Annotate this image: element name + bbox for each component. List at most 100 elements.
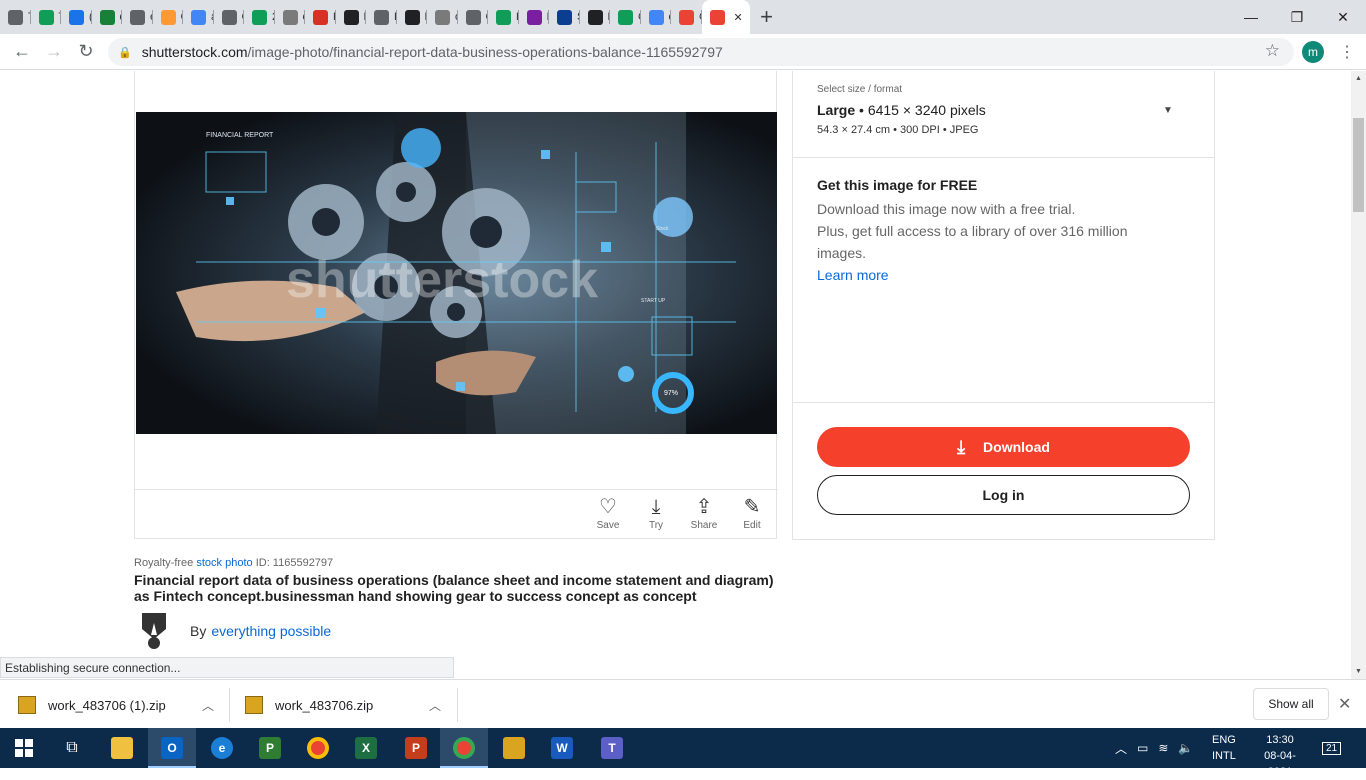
task-view-icon: ⧉ bbox=[66, 739, 78, 756]
share-action[interactable]: ⇪ Share bbox=[684, 494, 724, 531]
panel-divider bbox=[793, 402, 1214, 403]
by-label: By bbox=[190, 623, 207, 639]
browser-tab[interactable]: B bbox=[366, 0, 397, 34]
photo-illustration: FINANCIAL REPORT Stock 97% START UP shut… bbox=[136, 112, 777, 434]
try-action[interactable]: ⤓ Try bbox=[636, 494, 676, 531]
login-button[interactable]: Log in bbox=[817, 475, 1190, 515]
google-icon bbox=[648, 9, 664, 25]
save-action[interactable]: ♡ Save bbox=[588, 494, 628, 531]
image-title: Financial report data of business operat… bbox=[134, 572, 774, 604]
new-tab-button[interactable]: + bbox=[750, 0, 784, 34]
no-icon bbox=[465, 9, 481, 25]
scroll-up-icon[interactable]: ▲ bbox=[1355, 75, 1362, 82]
reload-button[interactable]: ↻ bbox=[70, 36, 102, 68]
chevron-icon bbox=[252, 9, 267, 25]
browser-tab[interactable]: H bbox=[488, 0, 519, 34]
browser-tab[interactable]: 2( bbox=[244, 0, 275, 34]
browser-tab[interactable]: S bbox=[549, 0, 580, 34]
browser-tab[interactable]: E bbox=[336, 0, 366, 34]
taskbar-chrome[interactable] bbox=[294, 728, 342, 768]
url-path: /image-photo/financial-report-data-busin… bbox=[247, 44, 723, 60]
browser-tab[interactable]: (1 bbox=[61, 0, 92, 34]
forward-button[interactable]: → bbox=[38, 36, 70, 68]
restore-button[interactable]: ❐ bbox=[1274, 0, 1320, 34]
browser-tab[interactable]: di bbox=[92, 0, 122, 34]
taskbar-teams[interactable]: T bbox=[588, 728, 636, 768]
profile-avatar[interactable]: m bbox=[1302, 41, 1324, 63]
browser-tab[interactable]: Ir bbox=[519, 0, 549, 34]
browser-tab[interactable]: C bbox=[458, 0, 488, 34]
browser-tab[interactable]: C bbox=[610, 0, 641, 34]
chevron-up-icon[interactable]: ︿ bbox=[429, 697, 441, 714]
size-selected: Large • 6415 × 3240 pixels bbox=[817, 102, 986, 118]
task-view-button[interactable]: ⧉ bbox=[48, 728, 96, 768]
browser-tab[interactable]: al bbox=[183, 0, 214, 34]
notification-center[interactable]: 21 bbox=[1322, 728, 1342, 768]
input-language[interactable]: ENG INTL bbox=[1212, 732, 1236, 764]
browser-tab[interactable]: E bbox=[580, 0, 610, 34]
volume-icon[interactable]: 🔈 bbox=[1178, 741, 1193, 755]
download-arrow-icon: ⤓ bbox=[957, 436, 966, 457]
browser-tab[interactable]: P bbox=[305, 0, 336, 34]
taskbar-clock[interactable]: 13:30 08-04-2021 bbox=[1252, 732, 1308, 780]
scroll-thumb[interactable] bbox=[1353, 118, 1364, 212]
taskbar-word[interactable]: W bbox=[538, 728, 586, 768]
taskbar-outlook[interactable]: O bbox=[148, 728, 196, 768]
edit-action[interactable]: ✎ Edit bbox=[732, 494, 772, 531]
chevron-up-icon[interactable]: ︿ bbox=[202, 697, 214, 714]
word-icon: W bbox=[551, 737, 573, 759]
taskbar-archive[interactable] bbox=[490, 728, 538, 768]
close-downloads-icon[interactable]: ✕ bbox=[1338, 694, 1351, 714]
browser-tab[interactable]: o bbox=[427, 0, 458, 34]
browser-tab[interactable]: E bbox=[397, 0, 427, 34]
close-window-button[interactable]: ✕ bbox=[1320, 0, 1366, 34]
browser-tab[interactable]: el bbox=[122, 0, 153, 34]
browser-tab[interactable]: o bbox=[641, 0, 671, 34]
wifi-icon[interactable]: ≋ bbox=[1158, 741, 1168, 755]
stock-photo[interactable]: FINANCIAL REPORT Stock 97% START UP shut… bbox=[136, 112, 777, 434]
scroll-down-icon[interactable]: ▼ bbox=[1355, 668, 1362, 675]
download-item[interactable]: work_483706.zip ︿ bbox=[245, 688, 441, 722]
photo-report-text: FINANCIAL REPORT bbox=[206, 132, 274, 139]
battery-icon[interactable]: ▭ bbox=[1137, 741, 1148, 755]
download-button[interactable]: ⤓ Download bbox=[817, 427, 1190, 467]
stock-photo-link[interactable]: stock photo bbox=[196, 557, 252, 569]
back-button[interactable]: ← bbox=[6, 36, 38, 68]
address-bar[interactable]: 🔒 shutterstock.com/image-photo/financial… bbox=[108, 38, 1294, 66]
taskbar-powerpoint[interactable]: P bbox=[392, 728, 440, 768]
caret-down-icon: ▼ bbox=[1163, 105, 1173, 116]
browser-menu-icon[interactable]: ⋮ bbox=[1336, 41, 1358, 63]
close-tab-icon[interactable]: ✕ bbox=[734, 11, 743, 24]
browser-tab[interactable]: Te bbox=[31, 0, 61, 34]
start-button[interactable] bbox=[0, 728, 48, 768]
free-line-1: Download this image now with a free tria… bbox=[817, 201, 1076, 217]
taskbar-excel[interactable]: X bbox=[342, 728, 390, 768]
download-item[interactable]: work_483706 (1).zip ︿ bbox=[18, 688, 214, 722]
author-link[interactable]: everything possible bbox=[211, 623, 331, 639]
taskbar-chrome-active[interactable] bbox=[440, 728, 488, 768]
shutterstock-icon bbox=[679, 9, 694, 25]
taskbar-edge[interactable]: e bbox=[198, 728, 246, 768]
page-scrollbar[interactable]: ▲ ▼ bbox=[1351, 71, 1366, 679]
outlook-icon: O bbox=[161, 737, 183, 759]
taskbar-project[interactable]: P bbox=[246, 728, 294, 768]
taskbar-file-explorer[interactable] bbox=[98, 728, 146, 768]
image-id: ID: 1165592797 bbox=[255, 557, 334, 569]
size-selector[interactable]: Select size / format Large • 6415 × 3240… bbox=[793, 71, 1214, 158]
browser-tab[interactable]: o bbox=[275, 0, 305, 34]
browser-tab[interactable]: Tr bbox=[0, 0, 31, 34]
minimize-button[interactable]: — bbox=[1228, 0, 1274, 34]
share-label: Share bbox=[690, 520, 718, 531]
browser-tab[interactable]: G bbox=[671, 0, 702, 34]
browser-tab[interactable]: C bbox=[153, 0, 183, 34]
lang-layout: INTL bbox=[1212, 750, 1236, 762]
contributor-avatar bbox=[142, 613, 166, 649]
bookmark-star-icon[interactable]: ☆ bbox=[1265, 41, 1280, 61]
browser-tab[interactable]: G bbox=[214, 0, 244, 34]
tray-chevron-icon[interactable]: ︿ bbox=[1115, 740, 1127, 757]
author-byline: By everything possible bbox=[134, 611, 331, 651]
browser-tab[interactable]: ✕ bbox=[701, 0, 750, 34]
show-all-button[interactable]: Show all bbox=[1253, 688, 1329, 720]
window-controls: — ❐ ✕ bbox=[1228, 0, 1366, 34]
learn-more-link[interactable]: Learn more bbox=[817, 264, 1177, 286]
